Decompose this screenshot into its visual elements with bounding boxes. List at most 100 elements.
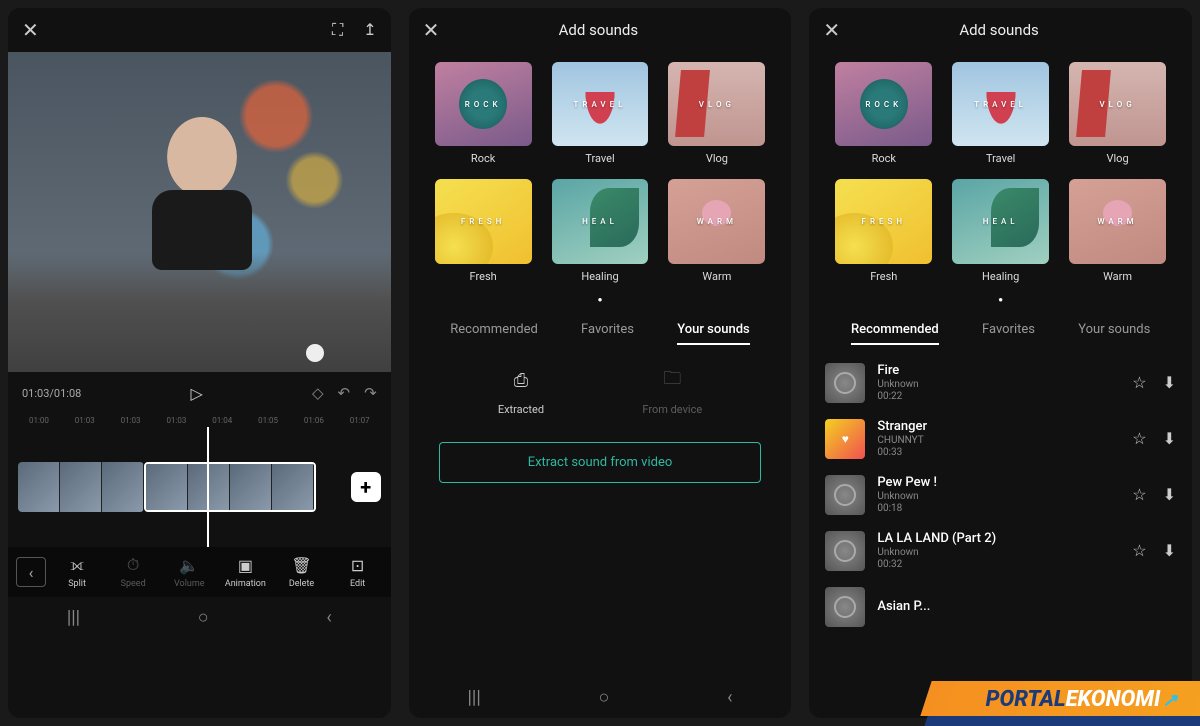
sound-sources: ⎙ Extracted 🗀 From device [409, 355, 792, 428]
page-title: Add sounds [559, 21, 638, 39]
home-icon[interactable]: ○ [198, 607, 209, 628]
folder-icon: 🗀 [658, 367, 686, 395]
close-icon[interactable]: ✕ [823, 18, 840, 42]
category-travel[interactable]: TRAVEL Travel [552, 62, 649, 165]
tool-animation[interactable]: ▣ Animation [220, 556, 270, 589]
sounds-topbar: ✕ Add sounds [809, 8, 1192, 52]
track-artist: Unknown [877, 491, 1120, 502]
arrow-icon: ↗ [1163, 690, 1178, 711]
track-title: Stranger [877, 419, 1120, 434]
tab-your-sounds[interactable]: Your sounds [677, 322, 750, 345]
timeline[interactable]: + [8, 427, 391, 547]
add-clip-button[interactable]: + [351, 472, 381, 502]
source-from-device[interactable]: 🗀 From device [642, 367, 702, 416]
download-icon[interactable]: ⬇ [1163, 373, 1176, 392]
editor-screen: ✕ ⛶ ↥ 01:03/01:08 ▷ ◇ ↶ ↷ 01:00 01:03 01… [8, 8, 391, 718]
track-row[interactable]: Stranger CHUNNYT 00:33 ☆ ⬇ [825, 411, 1176, 467]
tab-favorites[interactable]: Favorites [982, 322, 1035, 345]
time-ruler: 01:00 01:03 01:03 01:03 01:04 01:05 01:0… [8, 414, 391, 427]
page-title: Add sounds [959, 21, 1038, 39]
category-fresh[interactable]: FRESH Fresh [435, 179, 532, 282]
page-indicator: ● [809, 289, 1192, 310]
track-row[interactable]: Fire Unknown 00:22 ☆ ⬇ [825, 355, 1176, 411]
download-icon[interactable]: ⬇ [1163, 429, 1176, 448]
category-rock[interactable]: ROCK Rock [435, 62, 532, 165]
play-button[interactable]: ▷ [190, 384, 202, 403]
extract-sound-button[interactable]: Extract sound from video [439, 442, 762, 483]
tool-bar: ‹ ⟗ Split ⏱ Speed 🔈 Volume ▣ Animation 🗑… [8, 547, 391, 597]
time-display: 01:03/01:08 [22, 387, 81, 400]
sound-tabs: Recommended Favorites Your sounds [409, 310, 792, 355]
android-navbar: ||| ○ ‹ [409, 677, 792, 718]
track-duration: 00:32 [877, 559, 1120, 570]
track-thumbnail [825, 419, 865, 459]
tab-recommended[interactable]: Recommended [450, 322, 538, 345]
track-duration: 00:22 [877, 391, 1120, 402]
favorite-icon[interactable]: ☆ [1132, 429, 1146, 448]
category-warm[interactable]: WARM Warm [668, 179, 765, 282]
playhead[interactable] [207, 427, 209, 547]
track-row[interactable]: Pew Pew ! Unknown 00:18 ☆ ⬇ [825, 467, 1176, 523]
recents-icon[interactable]: ||| [67, 607, 80, 628]
fullscreen-icon[interactable]: ⛶ [332, 20, 343, 40]
favorite-icon[interactable]: ☆ [1132, 485, 1146, 504]
redo-icon[interactable]: ↷ [364, 384, 377, 402]
track-row[interactable]: LA LA LAND (Part 2) Unknown 00:32 ☆ ⬇ [825, 523, 1176, 579]
category-healing[interactable]: HEAL Healing [952, 179, 1049, 282]
close-icon[interactable]: ✕ [22, 18, 39, 42]
undo-icon[interactable]: ↶ [338, 384, 351, 402]
track-artist: Unknown [877, 379, 1120, 390]
speed-icon: ⏱ [127, 555, 139, 575]
category-travel[interactable]: TRAVEL Travel [952, 62, 1049, 165]
tool-speed[interactable]: ⏱ Speed [108, 555, 158, 589]
sounds-topbar: ✕ Add sounds [409, 8, 792, 52]
close-icon[interactable]: ✕ [423, 18, 440, 42]
track-artist: CHUNNYT [877, 435, 1120, 446]
tool-edit[interactable]: ⊡ Edit [333, 556, 383, 589]
animation-icon: ▣ [238, 556, 253, 575]
category-vlog[interactable]: VLOG Vlog [1069, 62, 1166, 165]
tab-recommended[interactable]: Recommended [851, 322, 939, 345]
tool-delete[interactable]: 🗑 Delete [276, 556, 326, 589]
track-thumbnail [825, 475, 865, 515]
source-extracted[interactable]: ⎙ Extracted [498, 367, 544, 416]
favorite-icon[interactable]: ☆ [1132, 373, 1146, 392]
clip-selected[interactable] [144, 462, 316, 512]
sound-category-grid: ROCK Rock TRAVEL Travel VLOG Vlog FRESH … [409, 52, 792, 289]
split-icon: ⟗ [70, 555, 84, 575]
export-icon[interactable]: ↥ [363, 20, 376, 40]
download-icon[interactable]: ⬇ [1163, 541, 1176, 560]
extracted-icon: ⎙ [507, 367, 535, 395]
track-list: Fire Unknown 00:22 ☆ ⬇ Stranger CHUNNYT … [809, 355, 1192, 719]
home-icon[interactable]: ○ [598, 687, 609, 708]
android-navbar: ||| ○ ‹ [8, 597, 391, 638]
category-vlog[interactable]: VLOG Vlog [668, 62, 765, 165]
video-preview[interactable] [8, 52, 391, 372]
clip[interactable] [18, 462, 144, 512]
keyframe-icon[interactable]: ◇ [312, 384, 324, 402]
category-warm[interactable]: WARM Warm [1069, 179, 1166, 282]
track-title: Pew Pew ! [877, 475, 1120, 490]
favorite-icon[interactable]: ☆ [1132, 541, 1146, 560]
tab-favorites[interactable]: Favorites [581, 322, 634, 345]
track-title: Fire [877, 363, 1120, 378]
sounds-screen-yoursounds: ✕ Add sounds ROCK Rock TRAVEL Travel VLO… [409, 8, 792, 718]
tab-your-sounds[interactable]: Your sounds [1078, 322, 1150, 345]
track-row[interactable]: Asian P... [825, 579, 1176, 635]
track-thumbnail [825, 587, 865, 627]
category-healing[interactable]: HEAL Healing [552, 179, 649, 282]
category-rock[interactable]: ROCK Rock [835, 62, 932, 165]
category-fresh[interactable]: FRESH Fresh [835, 179, 932, 282]
edit-icon: ⊡ [351, 556, 364, 575]
track-duration: 00:33 [877, 447, 1120, 458]
playback-controls: 01:03/01:08 ▷ ◇ ↶ ↷ [8, 372, 391, 414]
editor-topbar: ✕ ⛶ ↥ [8, 8, 391, 52]
track-artist: Unknown [877, 547, 1120, 558]
recents-icon[interactable]: ||| [468, 687, 481, 708]
back-icon[interactable]: ‹ [727, 687, 732, 708]
back-button[interactable]: ‹ [16, 557, 46, 587]
tool-split[interactable]: ⟗ Split [52, 555, 102, 589]
tool-volume[interactable]: 🔈 Volume [164, 556, 214, 589]
download-icon[interactable]: ⬇ [1163, 485, 1176, 504]
back-icon[interactable]: ‹ [326, 607, 331, 628]
